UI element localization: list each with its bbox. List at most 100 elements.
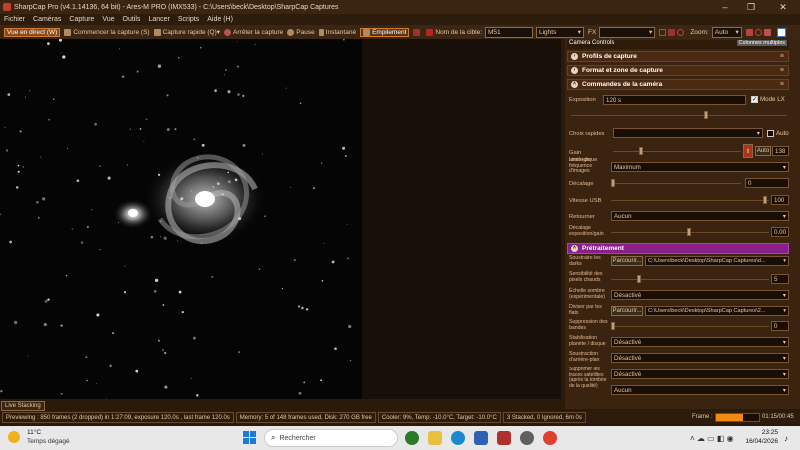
- zoom-select[interactable]: Auto ▾: [711, 26, 742, 38]
- notification-icon[interactable]: ♪: [784, 434, 788, 443]
- usb-speed-slider[interactable]: [611, 195, 769, 205]
- flip-select[interactable]: Aucun ▾: [611, 211, 789, 221]
- target-icon: [426, 28, 434, 36]
- camera-app-icon[interactable]: [520, 431, 534, 445]
- offset-slider[interactable]: [611, 178, 741, 188]
- usb-speed-value[interactable]: 100: [771, 195, 789, 205]
- stacking-button[interactable]: Empilement: [360, 27, 410, 37]
- stack-status: 3 Stacked, 0 Ignored, 6m 0s: [502, 412, 586, 423]
- windows-start-icon[interactable]: [243, 431, 256, 444]
- frame-type-select[interactable]: Lights ▾: [536, 26, 584, 38]
- stabilization-select[interactable]: Désactivé ▾: [611, 337, 789, 347]
- gain-slider[interactable]: [613, 146, 741, 156]
- lx-mode-checkbox[interactable]: ✓: [751, 96, 758, 103]
- close-button[interactable]: ✕: [772, 0, 794, 14]
- target-label-text: Nom de la cible:: [435, 28, 482, 36]
- background-sub-select[interactable]: Désactivé ▾: [611, 353, 789, 363]
- quick-capture-button[interactable]: Capture rapide (Q) ▾: [153, 28, 220, 36]
- menu-outils[interactable]: Outils: [123, 16, 141, 23]
- start-capture-button[interactable]: Commencer la capture (S): [64, 28, 150, 36]
- taskbar-search[interactable]: ⌕ Rechercher: [264, 429, 398, 447]
- target-name-label: Nom de la cible:: [426, 28, 482, 36]
- offset-value[interactable]: 0: [745, 178, 789, 188]
- clock-date[interactable]: 16/04/2026: [738, 438, 778, 445]
- gain-value[interactable]: 138: [772, 146, 789, 156]
- hamburger-icon[interactable]: ≡: [780, 67, 784, 74]
- pause-icon: [287, 28, 295, 36]
- flats-path-select[interactable]: C:\Users\beck\Desktop\SharpCap Captures\…: [645, 306, 789, 316]
- last-option-select[interactable]: Aucun ▾: [611, 385, 789, 395]
- menu-scripts[interactable]: Scripts: [178, 16, 199, 23]
- menu-cameras[interactable]: Caméras: [33, 16, 61, 23]
- app-icon-1[interactable]: [405, 431, 419, 445]
- stop-capture-button[interactable]: Arrêter la capture: [224, 28, 283, 36]
- stack-icon: [363, 28, 371, 36]
- darks-label: Soustraire les darks: [569, 255, 601, 267]
- title-bar: SharpCap Pro (v4.1.14136, 64 bit) - Ares…: [0, 0, 800, 14]
- snapshot-button[interactable]: Instantané: [318, 28, 356, 36]
- satellite-select[interactable]: Désactivé ▾: [611, 369, 789, 379]
- flats-browse-button[interactable]: Parcourir...: [611, 306, 643, 316]
- system-tray-icons[interactable]: ˄ ☁ ▭ ◧ ◉: [690, 434, 734, 443]
- hamburger-icon[interactable]: ≡: [780, 53, 784, 60]
- record-icon[interactable]: [413, 28, 422, 36]
- hot-pixel-value[interactable]: 5: [771, 274, 789, 284]
- weather-icon[interactable]: [8, 431, 20, 443]
- gain-stepper[interactable]: ⇕: [743, 144, 753, 158]
- target-name-input[interactable]: M51: [485, 26, 533, 38]
- flats-label: Diviser par les flats: [569, 304, 602, 316]
- edge-icon[interactable]: [451, 431, 465, 445]
- pause-button[interactable]: Pause: [287, 28, 315, 36]
- auto-checkbox[interactable]: [767, 130, 774, 137]
- chrome-icon[interactable]: [543, 431, 557, 445]
- fx-select[interactable]: ▾: [599, 26, 656, 38]
- section-format[interactable]: › Format et zone de capture ≡: [567, 65, 789, 76]
- window-title: SharpCap Pro (v4.1.14136, 64 bit) - Ares…: [14, 3, 339, 11]
- fps-limit-select[interactable]: Maximum ▾: [611, 162, 789, 172]
- exposure-slider[interactable]: [571, 110, 787, 120]
- frame-progress-fill: [716, 414, 743, 421]
- section-profiles[interactable]: › Profils de capture ≡: [567, 51, 789, 62]
- banding-value[interactable]: 0: [771, 321, 789, 331]
- section-preprocessing[interactable]: ˄ Prétraitement: [567, 243, 789, 254]
- fx-icons[interactable]: [659, 28, 686, 36]
- menu-fichier[interactable]: Fichier: [4, 16, 25, 23]
- fx-label: FX: [588, 28, 597, 36]
- stacking-label: Empilement: [372, 28, 407, 36]
- zoom-icons[interactable]: [745, 28, 773, 36]
- darks-browse-button[interactable]: Parcourir...: [611, 256, 643, 266]
- menu-vue[interactable]: Vue: [102, 16, 114, 23]
- live-stacking-tab[interactable]: Live Stacking: [1, 401, 45, 411]
- live-image[interactable]: [0, 39, 362, 399]
- menu-capture[interactable]: Capture: [69, 16, 94, 23]
- live-view-button[interactable]: Vue en direct (W): [4, 27, 61, 37]
- banding-slider[interactable]: [611, 321, 769, 331]
- exposure-input[interactable]: 120 s: [603, 95, 746, 105]
- search-icon: ⌕: [271, 433, 276, 442]
- multi-columns-toggle[interactable]: Colonnes multiples: [736, 40, 787, 46]
- reticle-icon: [677, 28, 685, 36]
- dark-scale-select[interactable]: Désactivé ▾: [611, 290, 789, 300]
- section-camera-title: Commandes de la caméra: [582, 81, 663, 88]
- hot-pixel-slider[interactable]: [611, 274, 769, 284]
- exposure-gain-offset-slider[interactable]: [611, 227, 769, 237]
- sharpcap-icon[interactable]: [497, 431, 511, 445]
- file-explorer-icon[interactable]: [428, 431, 442, 445]
- darks-path-select[interactable]: C:\Users\beck\Desktop\SharpCap Captures\…: [645, 256, 789, 266]
- clock-time[interactable]: 23:25: [738, 429, 778, 436]
- quick-choices-select[interactable]: ▾: [613, 128, 763, 138]
- exposure-gain-offset-value[interactable]: 0.00: [771, 227, 789, 237]
- auto-label: Auto: [776, 130, 789, 137]
- menu-lancer[interactable]: Lancer: [148, 16, 169, 23]
- gain-auto-button[interactable]: Auto: [755, 146, 771, 156]
- banding-label: Suppression des bandes: [569, 319, 608, 331]
- hamburger-icon[interactable]: ≡: [780, 81, 784, 88]
- pin-icon[interactable]: [776, 27, 786, 37]
- store-icon[interactable]: [474, 431, 488, 445]
- stabilization-label: Stabilisation planète / disque: [569, 335, 606, 347]
- minimize-button[interactable]: –: [714, 0, 736, 14]
- maximize-button[interactable]: ❐: [740, 0, 762, 14]
- section-preprocessing-title: Prétraitement: [582, 245, 624, 252]
- section-camera[interactable]: ˄ Commandes de la caméra ≡: [567, 79, 789, 90]
- menu-aide[interactable]: Aide (H): [207, 16, 233, 23]
